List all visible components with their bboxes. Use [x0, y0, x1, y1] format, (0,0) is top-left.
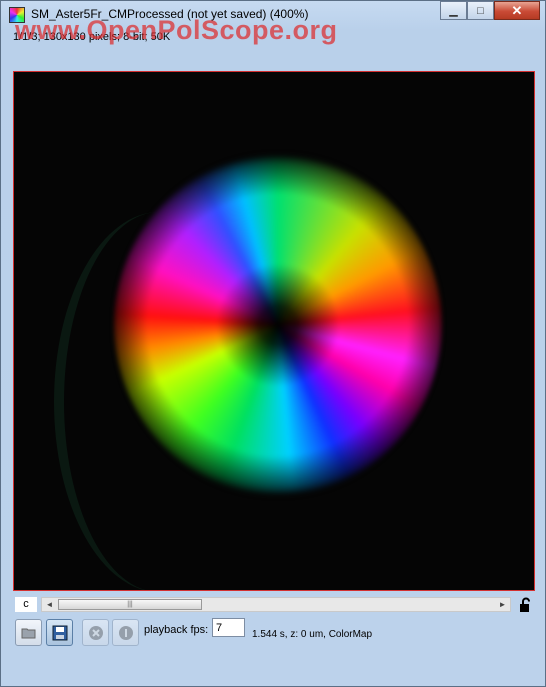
stop-icon	[88, 625, 103, 640]
maximize-icon: □	[477, 4, 484, 17]
scrollbar-thumb[interactable]: |||	[58, 599, 202, 610]
fps-input[interactable]	[212, 618, 245, 637]
image-canvas[interactable]	[13, 71, 535, 591]
caption-buttons: ▁ □ ✕	[440, 1, 540, 21]
playback-toolbar: playback fps: 1.544 s, z: 0 um, ColorMap	[13, 618, 535, 652]
lock-icon[interactable]	[519, 597, 533, 613]
maximize-button[interactable]: □	[467, 1, 494, 20]
stop-button[interactable]	[82, 619, 109, 646]
pause-icon	[118, 625, 133, 640]
minimize-button[interactable]: ▁	[440, 1, 467, 20]
status-text: 1.544 s, z: 0 um, ColorMap	[252, 629, 373, 640]
scroll-left-arrow-icon[interactable]: ◄	[42, 598, 57, 611]
channel-slider-row: c ◄ ||| ►	[13, 596, 535, 614]
folder-icon	[21, 628, 35, 638]
app-icon	[9, 7, 25, 23]
scroll-right-arrow-icon[interactable]: ►	[495, 598, 510, 611]
close-icon: ✕	[511, 2, 523, 18]
save-button[interactable]	[46, 619, 73, 646]
channel-label: c	[15, 597, 37, 612]
pause-button[interactable]	[112, 619, 139, 646]
image-info-line: 1/1/3; 130x130 pixels; 8-bit; 50K	[13, 31, 171, 43]
channel-scrollbar[interactable]: ◄ ||| ►	[41, 597, 511, 612]
save-icon	[52, 625, 67, 640]
window-title: SM_Aster5Fr_CMProcessed (not yet saved) …	[31, 7, 309, 21]
title-bar[interactable]: SM_Aster5Fr_CMProcessed (not yet saved) …	[1, 1, 545, 27]
aster-colormap-image	[114, 154, 442, 496]
minimize-icon: ▁	[449, 5, 458, 17]
close-button[interactable]: ✕	[494, 1, 540, 20]
open-button[interactable]	[15, 619, 42, 646]
image-window: SM_Aster5Fr_CMProcessed (not yet saved) …	[0, 0, 546, 687]
fps-label: playback fps:	[144, 624, 209, 636]
